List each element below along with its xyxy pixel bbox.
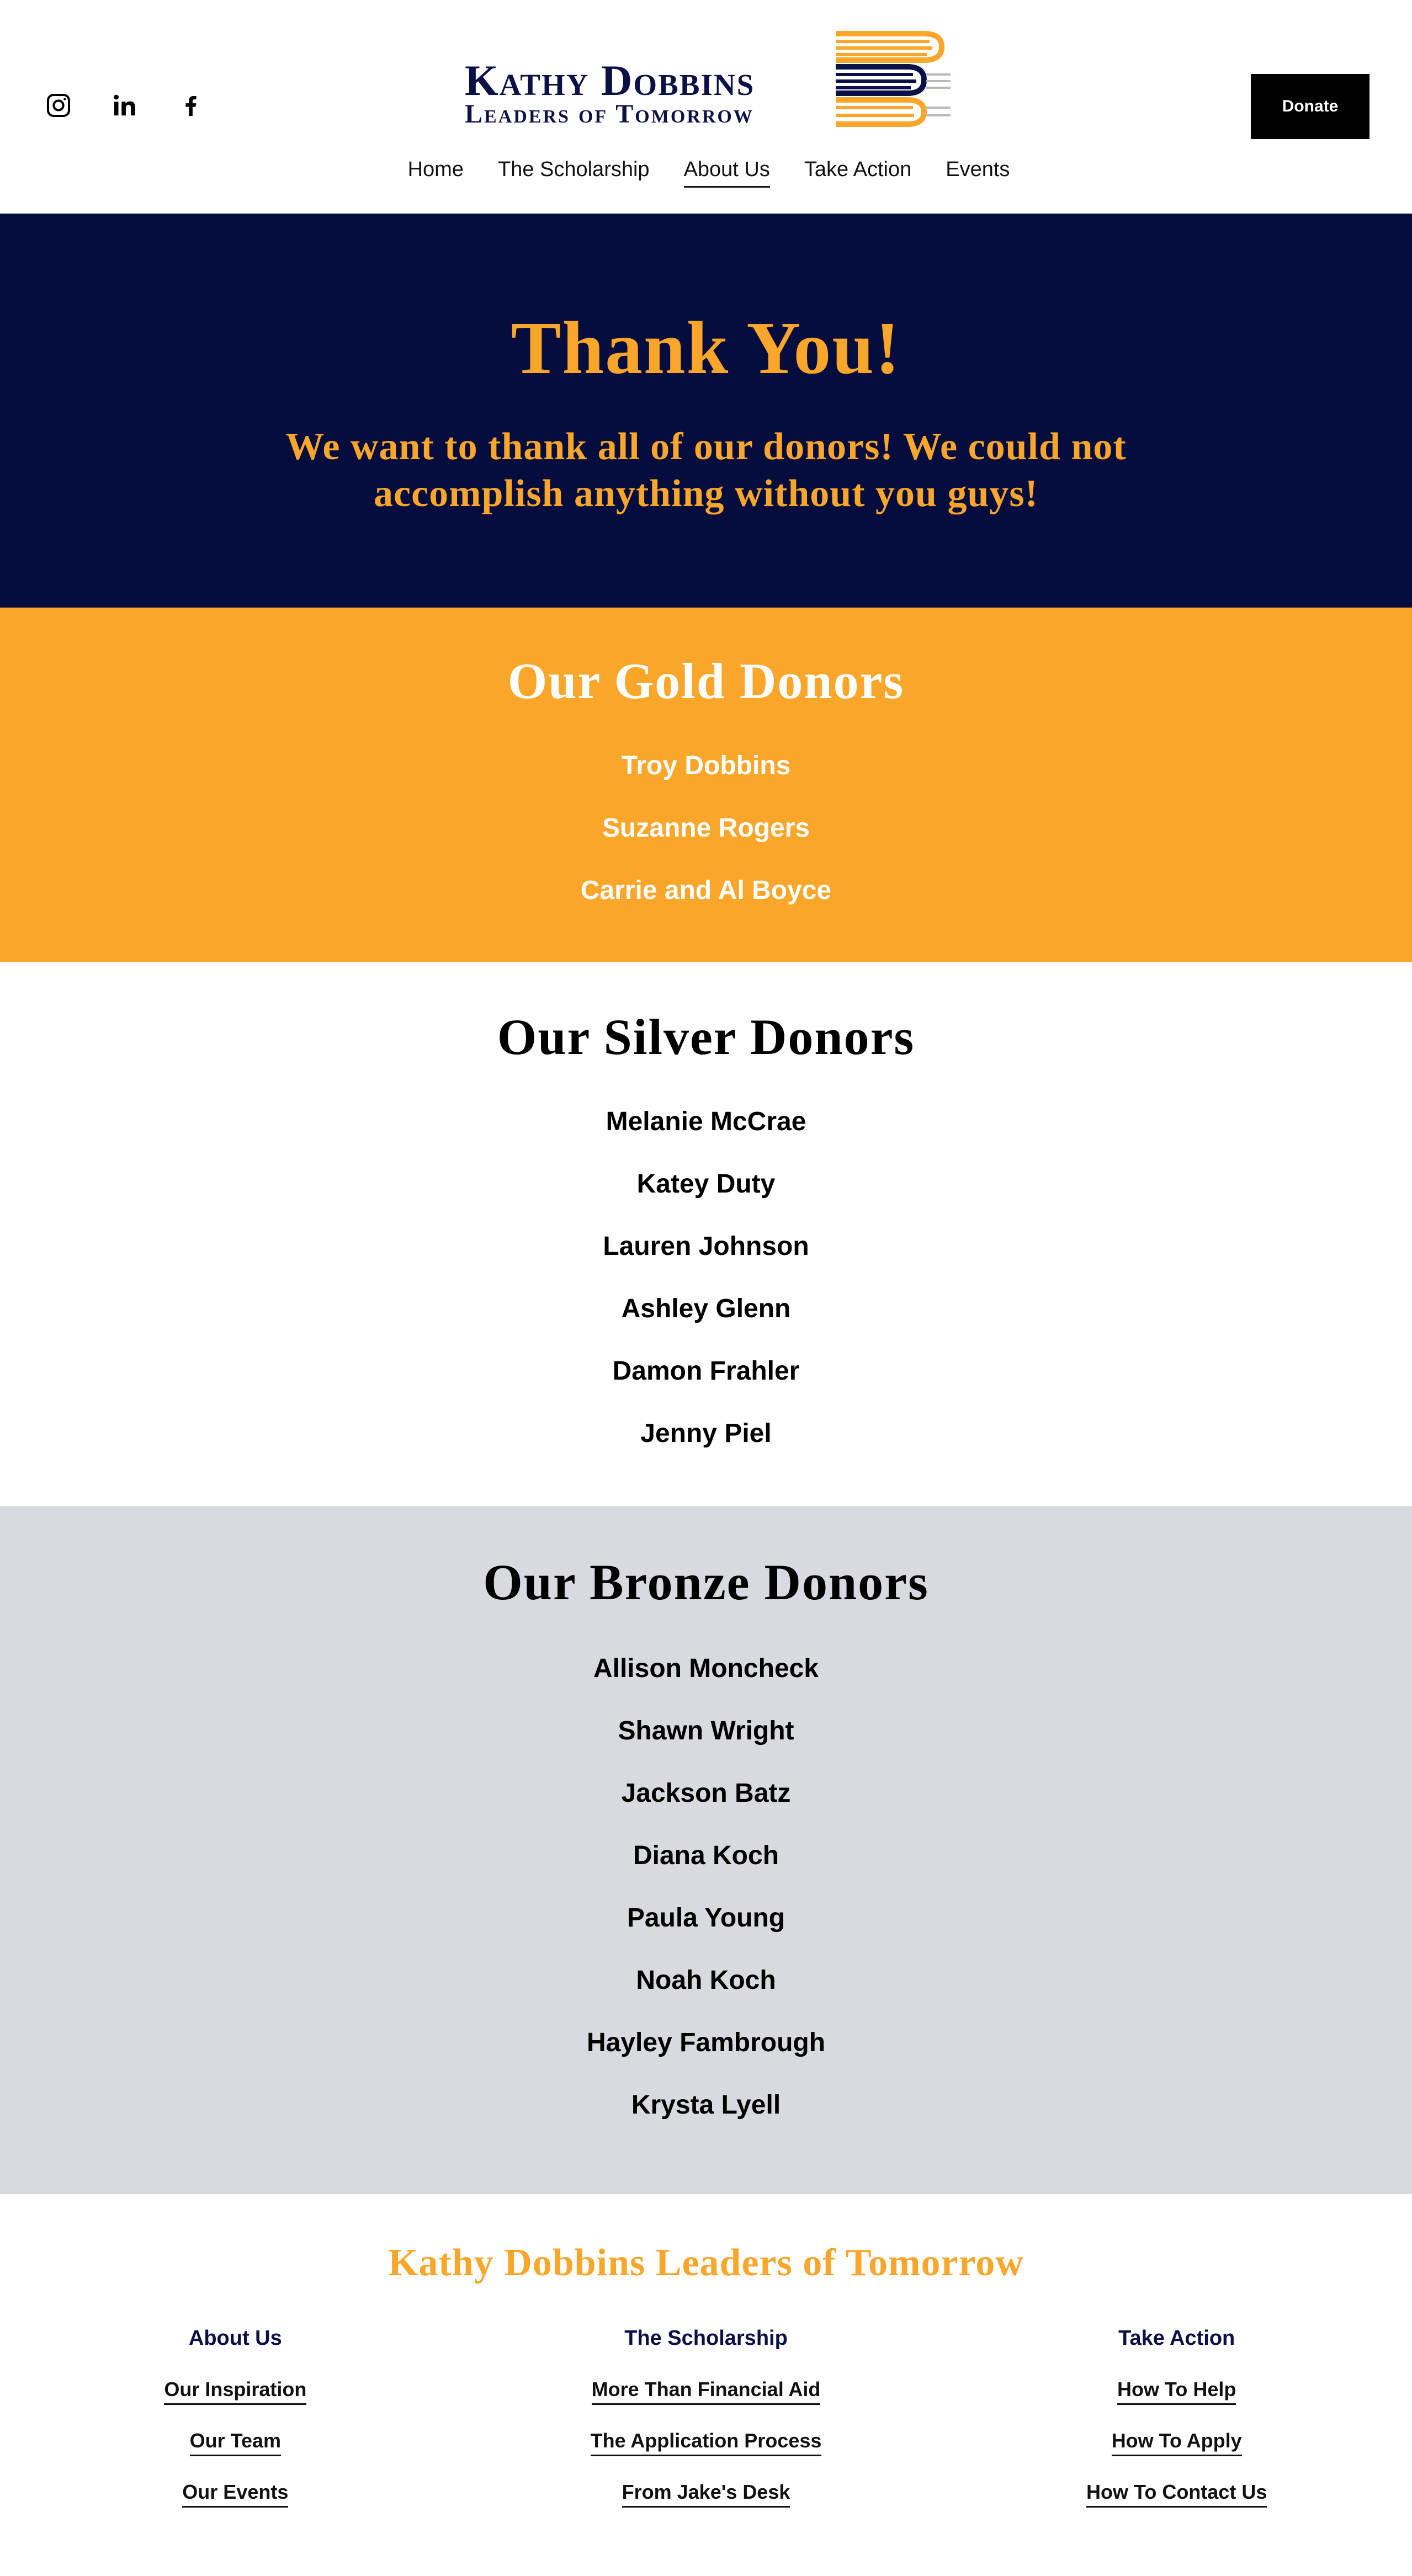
bronze-donors-section: Our Bronze Donors Allison Moncheck Shawn… [0, 1506, 1412, 2194]
donor-name: Lauren Johnson [603, 1232, 809, 1261]
site-footer: Kathy Dobbins Leaders of Tomorrow About … [0, 2194, 1412, 2576]
donor-name: Carrie and Al Boyce [580, 876, 832, 905]
footer-heading: About Us [188, 2327, 282, 2350]
footer-col-about-us: About Us Our Inspiration Our Team Our Ev… [0, 2327, 471, 2532]
footer-link-our-inspiration[interactable]: Our Inspiration [164, 2378, 307, 2405]
footer-title: Kathy Dobbins Leaders of Tomorrow [388, 2242, 1024, 2284]
footer-col-take-action: Take Action How To Help How To Apply How… [941, 2327, 1412, 2532]
gold-donors-list: Troy Dobbins Suzanne Rogers Carrie and A… [0, 753, 1412, 904]
donor-name: Damon Frahler [612, 1356, 800, 1386]
site-logo[interactable]: Kathy Dobbins Leaders of Tomorrow [463, 30, 953, 130]
logo-line-1: Kathy Dobbins [465, 56, 755, 104]
donor-name: Diana Koch [633, 1841, 779, 1870]
silver-donors-list: Melanie McCrae Katey Duty Lauren Johnson… [0, 1109, 1412, 1447]
donor-name: Hayley Fambrough [586, 2028, 826, 2057]
footer-link-application-process[interactable]: The Application Process [590, 2429, 822, 2456]
footer-link-how-to-apply[interactable]: How To Apply [1111, 2429, 1242, 2456]
donate-button[interactable]: Donate [1251, 74, 1369, 139]
footer-heading: The Scholarship [624, 2327, 788, 2350]
footer-link-our-team[interactable]: Our Team [189, 2429, 282, 2456]
linkedin-icon[interactable] [110, 91, 139, 120]
donor-name: Allison Moncheck [593, 1654, 819, 1683]
hero-title: Thank You! [511, 307, 901, 390]
donor-name: Paula Young [627, 1903, 785, 1933]
logo-line-2: Leaders of Tomorrow [465, 99, 754, 129]
donor-name: Katey Duty [636, 1169, 776, 1199]
hero-subtitle: We want to thank all of our donors! We c… [285, 425, 1127, 515]
donor-name: Troy Dobbins [621, 751, 791, 780]
donor-name: Melanie McCrae [606, 1107, 806, 1136]
donor-name: Shawn Wright [618, 1716, 794, 1745]
gold-donors-section: Our Gold Donors Troy Dobbins Suzanne Rog… [0, 608, 1412, 962]
footer-link-our-events[interactable]: Our Events [182, 2481, 289, 2508]
thank-you-hero: Thank You! We want to thank all of our d… [0, 214, 1412, 608]
facebook-icon[interactable] [177, 91, 205, 120]
donor-name: Krysta Lyell [631, 2090, 781, 2120]
nav-about-us[interactable]: About Us [683, 158, 770, 188]
social-links [44, 91, 205, 120]
footer-link-how-to-contact-us[interactable]: How To Contact Us [1086, 2481, 1267, 2508]
nav-the-scholarship[interactable]: The Scholarship [498, 158, 650, 188]
nav-take-action[interactable]: Take Action [804, 158, 911, 188]
site-header: Kathy Dobbins Leaders of Tomorrow Donate [0, 0, 1412, 214]
nav-home[interactable]: Home [408, 158, 464, 188]
instagram-icon[interactable] [44, 91, 73, 120]
donor-name: Jackson Batz [621, 1779, 791, 1808]
bronze-donors-title: Our Bronze Donors [483, 1554, 929, 1610]
gold-donors-title: Our Gold Donors [507, 653, 905, 709]
footer-col-the-scholarship: The Scholarship More Than Financial Aid … [471, 2327, 942, 2532]
silver-donors-section: Our Silver Donors Melanie McCrae Katey D… [0, 962, 1412, 1506]
footer-columns: About Us Our Inspiration Our Team Our Ev… [0, 2327, 1412, 2532]
nav-events[interactable]: Events [946, 158, 1010, 188]
donor-name: Ashley Glenn [621, 1294, 791, 1323]
bronze-donors-list: Allison Moncheck Shawn Wright Jackson Ba… [0, 1656, 1412, 2119]
footer-link-how-to-help[interactable]: How To Help [1117, 2378, 1236, 2405]
donor-name: Suzanne Rogers [602, 813, 810, 843]
main-nav: Home The Scholarship About Us Take Actio… [0, 158, 1412, 188]
books-logo-icon [836, 31, 951, 127]
footer-link-more-than-financial-aid[interactable]: More Than Financial Aid [591, 2378, 821, 2405]
footer-link-from-jakes-desk[interactable]: From Jake's Desk [622, 2481, 790, 2508]
donor-name: Noah Koch [636, 1966, 776, 1995]
silver-donors-title: Our Silver Donors [497, 1009, 915, 1065]
donor-name: Jenny Piel [640, 1419, 772, 1448]
footer-heading: Take Action [1118, 2327, 1235, 2350]
